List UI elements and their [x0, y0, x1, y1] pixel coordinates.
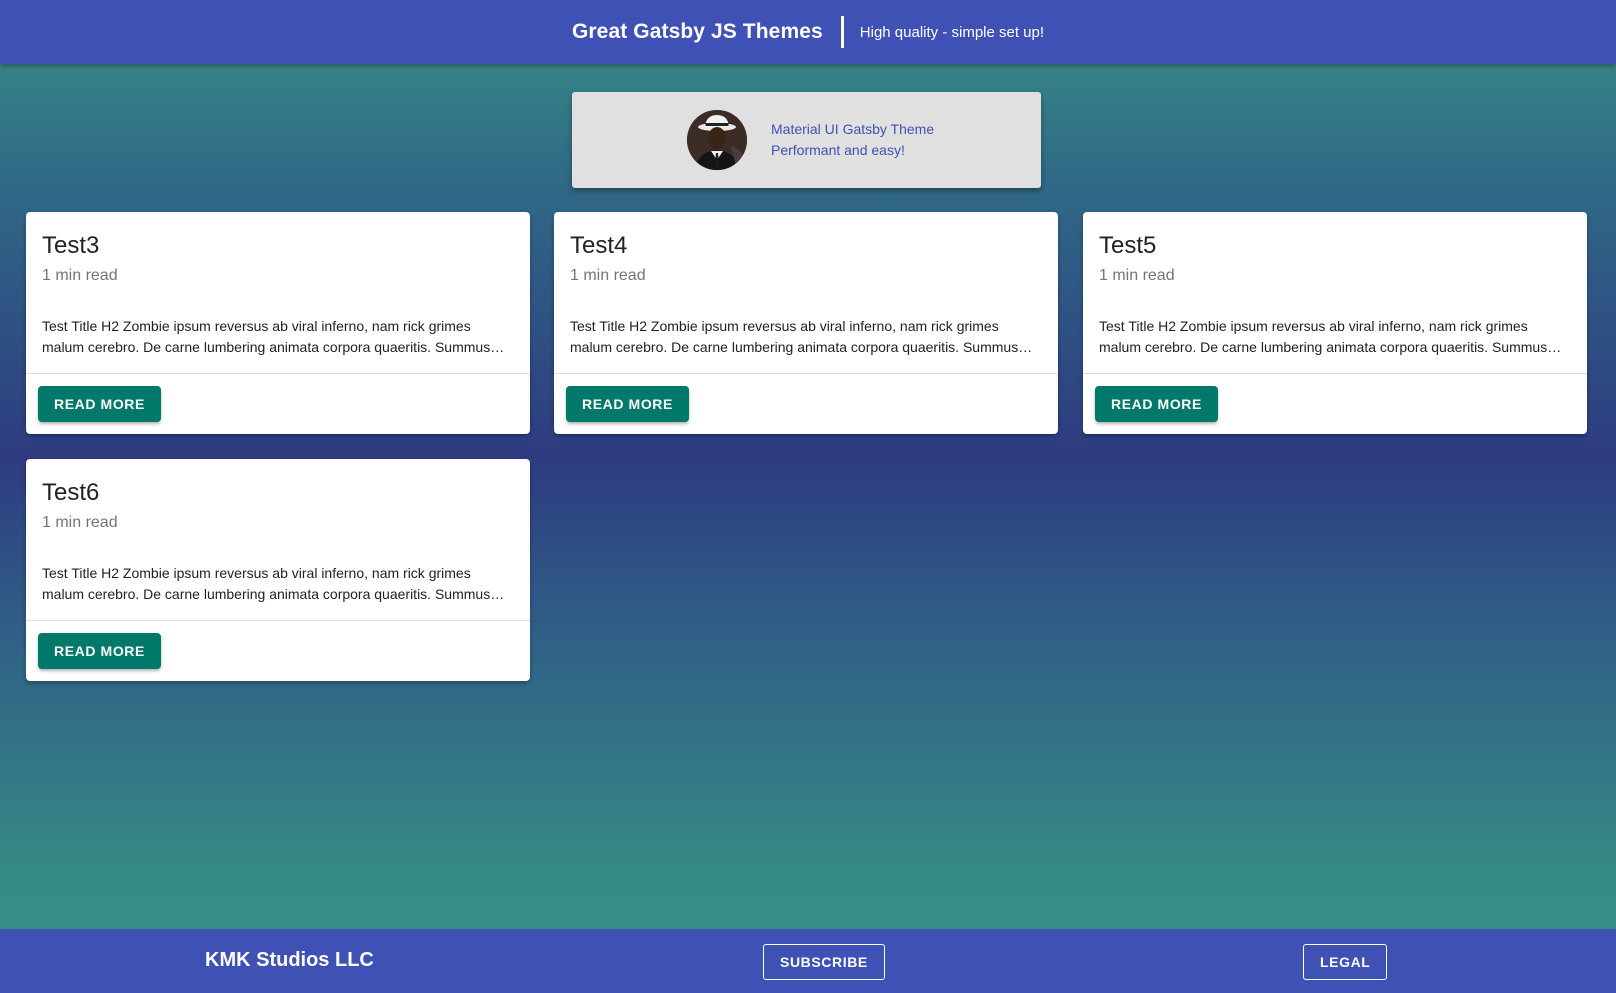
top-app-bar: Great Gatsby JS Themes High quality - si… [0, 0, 1616, 64]
read-more-button[interactable]: READ MORE [566, 386, 689, 422]
subscribe-button[interactable]: SUBSCRIBE [763, 944, 885, 980]
card-divider [1083, 373, 1587, 374]
hero-card: Material UI Gatsby Theme Performant and … [572, 92, 1041, 188]
author-avatar [687, 110, 747, 170]
post-excerpt: Test Title H2 Zombie ipsum reversus ab v… [42, 318, 505, 355]
site-title[interactable]: Great Gatsby JS Themes [572, 20, 823, 44]
card-divider [554, 373, 1058, 374]
post-card: Test3 1 min read Test Title H2 Zombie ip… [26, 212, 530, 434]
company-name: KMK Studios LLC [205, 949, 374, 971]
post-excerpt: Test Title H2 Zombie ipsum reversus ab v… [570, 318, 1033, 355]
hero-line-1: Material UI Gatsby Theme [771, 121, 935, 137]
card-divider [26, 373, 530, 374]
site-tagline: High quality - simple set up! [859, 23, 1045, 41]
header-divider [840, 16, 844, 48]
footer-bar: KMK Studios LLC SUBSCRIBE LEGAL [0, 929, 1616, 993]
hero-line-2: Performant and easy! [771, 142, 905, 158]
post-card: Test4 1 min read Test Title H2 Zombie ip… [554, 212, 1058, 434]
post-title: Test4 [570, 232, 628, 259]
post-excerpt: Test Title H2 Zombie ipsum reversus ab v… [1099, 318, 1562, 355]
post-read-time: 1 min read [42, 267, 118, 284]
post-title: Test3 [42, 232, 100, 259]
legal-button[interactable]: LEGAL [1303, 944, 1388, 980]
post-read-time: 1 min read [42, 514, 118, 531]
read-more-button[interactable]: READ MORE [38, 633, 161, 669]
post-card: Test6 1 min read Test Title H2 Zombie ip… [26, 459, 530, 681]
read-more-button[interactable]: READ MORE [1095, 386, 1218, 422]
read-more-button[interactable]: READ MORE [38, 386, 161, 422]
post-read-time: 1 min read [1099, 267, 1175, 284]
card-divider [26, 620, 530, 621]
post-title: Test6 [42, 479, 100, 506]
post-card: Test5 1 min read Test Title H2 Zombie ip… [1083, 212, 1587, 434]
post-title: Test5 [1099, 232, 1157, 259]
post-excerpt: Test Title H2 Zombie ipsum reversus ab v… [42, 565, 505, 602]
hero-text: Material UI Gatsby Theme Performant and … [771, 119, 934, 161]
post-read-time: 1 min read [570, 267, 646, 284]
